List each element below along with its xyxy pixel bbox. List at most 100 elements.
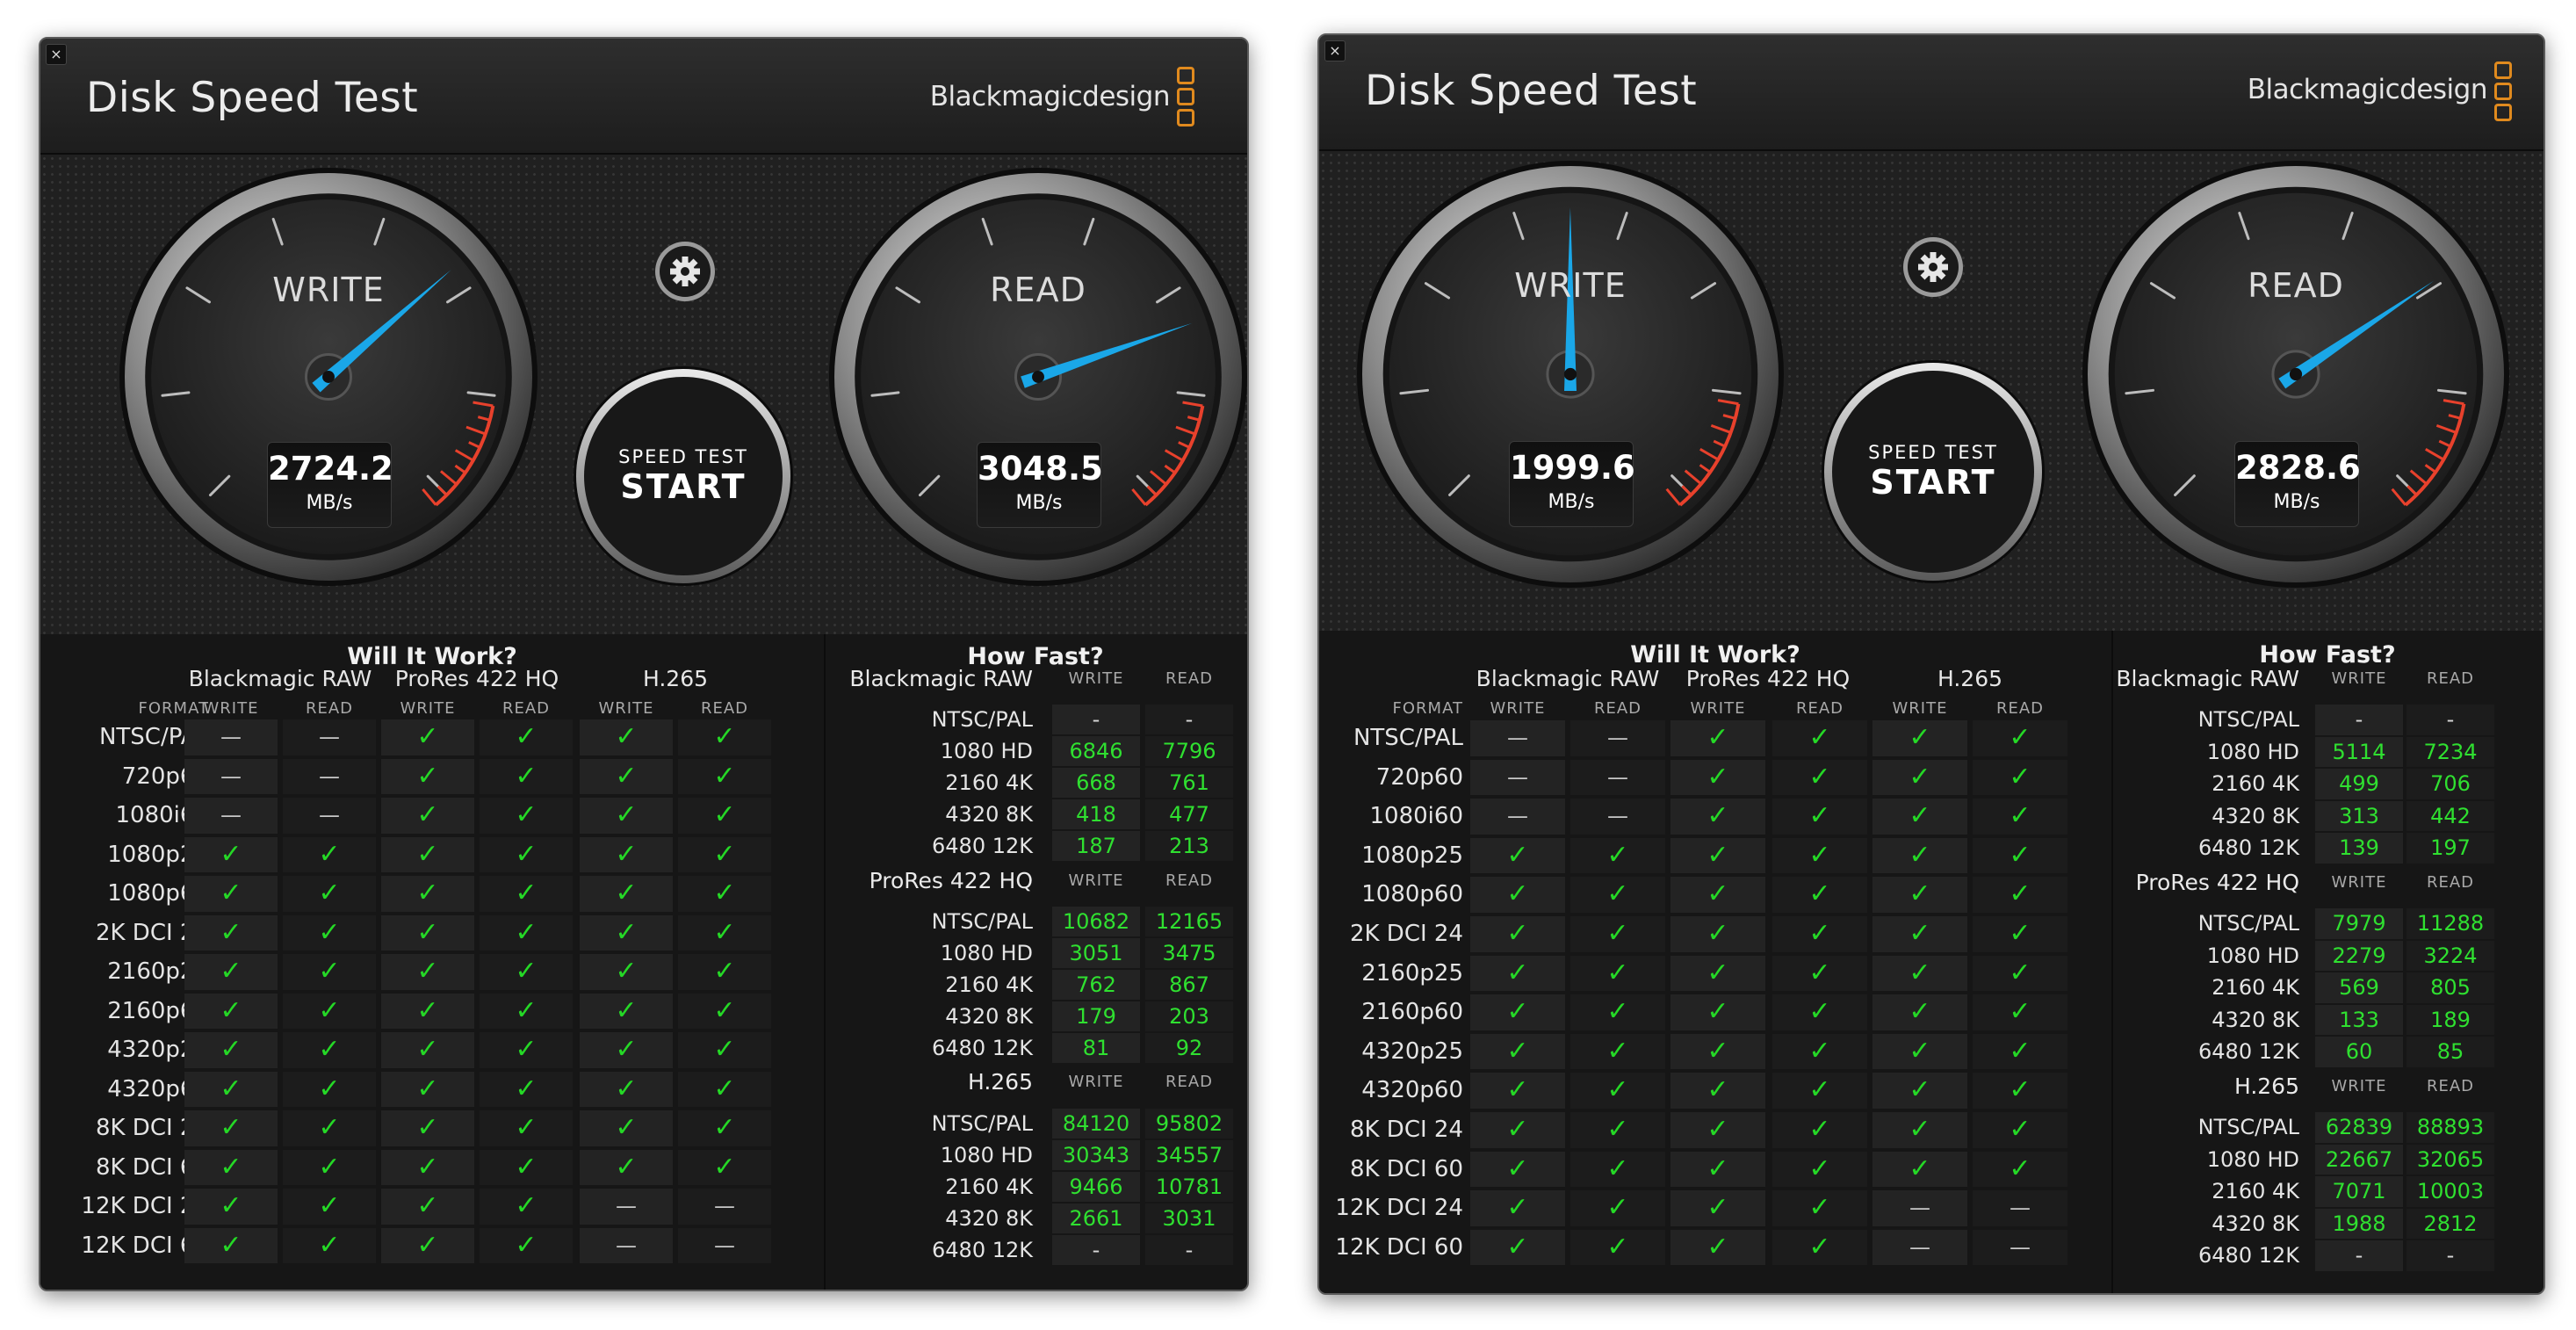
speed-group-title: Blackmagic RAW xyxy=(849,666,1033,691)
check-icon: ✓ xyxy=(283,1149,376,1185)
check-icon: ✓ xyxy=(678,954,771,990)
disk-speed-test-window: × Disk Speed Test Blackmagicdesign WRITE 272… xyxy=(39,37,1249,1291)
format-label: 8K DCI 24 xyxy=(95,1115,209,1141)
read-fps-value: 197 xyxy=(2406,833,2494,864)
read-fps-value: - xyxy=(2406,705,2494,735)
read-subheader: READ xyxy=(700,699,749,718)
check-icon: ✓ xyxy=(283,876,376,912)
settings-button[interactable] xyxy=(652,238,718,305)
read-fps-value: 85 xyxy=(2406,1037,2494,1067)
codec-header: ProRes 422 HQ xyxy=(1685,666,1851,691)
check-icon: ✓ xyxy=(381,1149,474,1185)
speed-format-label: 2160 4K xyxy=(2212,975,2299,1000)
speed-format-label: 4320 8K xyxy=(2212,803,2299,828)
format-label: 12K DCI 24 xyxy=(81,1193,209,1219)
write-subheader: WRITE xyxy=(1892,699,1948,718)
start-small-text: SPEED TEST xyxy=(618,446,748,467)
close-button[interactable]: × xyxy=(1324,40,1346,61)
write-subheader: WRITE xyxy=(2331,1077,2387,1095)
check-icon: ✓ xyxy=(1872,1151,1967,1188)
check-icon: ✓ xyxy=(1470,1190,1565,1226)
check-icon: ✓ xyxy=(381,836,474,872)
check-icon: ✓ xyxy=(480,954,573,990)
speed-format-label: 4320 8K xyxy=(945,802,1033,827)
format-label: 1080i60 xyxy=(115,802,209,828)
write-gauge xyxy=(119,168,538,586)
speed-format-label: 6480 12K xyxy=(2198,1039,2299,1064)
check-icon: ✓ xyxy=(580,758,673,794)
write-fps-value: 2279 xyxy=(2315,940,2403,971)
format-label: 4320p60 xyxy=(1361,1077,1463,1104)
read-gauge-label: READ xyxy=(2248,265,2344,305)
speed-group-title: H.265 xyxy=(967,1069,1033,1095)
write-subheader: WRITE xyxy=(1490,699,1546,718)
gauge-hub-cap xyxy=(2289,367,2303,381)
format-label: 720p60 xyxy=(121,763,209,790)
write-fps-value: 5114 xyxy=(2315,736,2403,767)
check-icon: ✓ xyxy=(1772,916,1867,952)
check-icon: ✓ xyxy=(184,876,278,912)
format-label: 8K DCI 60 xyxy=(1349,1155,1463,1182)
check-icon: ✓ xyxy=(184,954,278,990)
format-label: 12K DCI 60 xyxy=(1335,1233,1463,1261)
speed-format-label: NTSC/PAL xyxy=(931,1111,1033,1136)
dash-icon: — xyxy=(1470,799,1565,835)
write-subheader: WRITE xyxy=(2331,873,2387,892)
check-icon: ✓ xyxy=(1670,759,1765,796)
how-fast-title: How Fast? xyxy=(2259,641,2396,669)
close-button[interactable]: × xyxy=(46,44,67,65)
gear-icon xyxy=(670,257,700,286)
check-icon: ✓ xyxy=(1772,799,1867,835)
read-speed-value: 2828.6 xyxy=(2235,448,2361,487)
check-icon: ✓ xyxy=(1772,759,1867,796)
read-subheader: READ xyxy=(2426,669,2475,688)
check-icon: ✓ xyxy=(480,719,573,755)
check-icon: ✓ xyxy=(1872,799,1967,835)
read-fps-value: 867 xyxy=(1145,970,1233,1000)
check-icon: ✓ xyxy=(1872,877,1967,913)
write-fps-value: 62839 xyxy=(2315,1112,2403,1143)
start-button-label[interactable]: SPEED TEST START xyxy=(1845,442,2021,502)
read-subheader: READ xyxy=(1165,669,1214,688)
write-fps-value: 762 xyxy=(1052,970,1140,1000)
write-speed-readout: 1999.6 MB/s xyxy=(1509,440,1635,527)
read-subheader: READ xyxy=(2426,1077,2475,1095)
check-icon: ✓ xyxy=(1570,994,1665,1030)
check-icon: ✓ xyxy=(1570,837,1665,874)
write-subheader: WRITE xyxy=(1068,1073,1124,1091)
check-icon: ✓ xyxy=(580,1110,673,1146)
read-fps-value: 11288 xyxy=(2406,908,2494,939)
settings-button[interactable] xyxy=(1900,234,1966,300)
start-small-text: SPEED TEST xyxy=(1868,442,1998,463)
check-icon: ✓ xyxy=(480,836,573,872)
check-icon: ✓ xyxy=(1973,955,2067,992)
check-icon: ✓ xyxy=(1772,1033,1867,1070)
write-fps-value: 10682 xyxy=(1052,907,1140,936)
check-icon: ✓ xyxy=(1973,759,2067,796)
check-icon: ✓ xyxy=(283,914,376,951)
read-fps-value: 7796 xyxy=(1145,736,1233,766)
check-icon: ✓ xyxy=(1973,1073,2067,1109)
read-fps-value: 88893 xyxy=(2406,1112,2494,1143)
check-icon: ✓ xyxy=(1772,837,1867,874)
format-label: 720p60 xyxy=(1375,763,1463,791)
check-icon: ✓ xyxy=(678,1149,771,1185)
check-icon: ✓ xyxy=(283,1189,376,1225)
dash-icon: — xyxy=(1872,1190,1967,1226)
format-label: 12K DCI 60 xyxy=(81,1232,209,1259)
read-subheader: READ xyxy=(2426,873,2475,892)
read-speed-value: 3048.5 xyxy=(978,450,1103,488)
check-icon: ✓ xyxy=(1670,1190,1765,1226)
format-label: 1080p25 xyxy=(107,841,209,868)
check-icon: ✓ xyxy=(184,836,278,872)
check-icon: ✓ xyxy=(480,758,573,794)
read-gauge xyxy=(829,168,1247,586)
read-speed-readout: 2828.6 MB/s xyxy=(2234,440,2361,527)
speed-format-label: 1080 HD xyxy=(940,739,1033,763)
check-icon: ✓ xyxy=(381,993,474,1029)
write-fps-value: 569 xyxy=(2315,972,2403,1003)
check-icon: ✓ xyxy=(1772,877,1867,913)
speed-format-label: 2160 4K xyxy=(945,1175,1033,1199)
read-fps-value: 203 xyxy=(1145,1001,1233,1031)
start-button-label[interactable]: SPEED TEST START xyxy=(595,446,771,506)
